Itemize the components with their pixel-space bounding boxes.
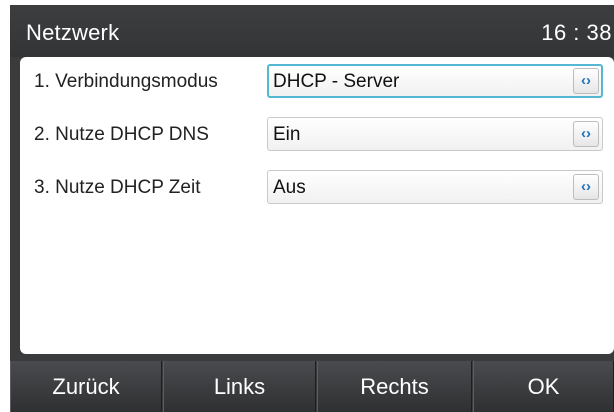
softkey-bar: Zurück Links Rechts OK [10,361,614,412]
clock: 16 : 38 [541,20,612,45]
ok-softkey[interactable]: OK [473,361,614,412]
setting-label: 2. Nutze DHCP DNS [34,124,209,145]
back-softkey[interactable]: Zurück [10,361,162,412]
left-right-arrows-icon[interactable]: ‹› [573,68,599,94]
connection-mode-select[interactable]: DHCP - Server ‹› [267,64,603,98]
setting-row-dhcp-dns[interactable]: 2. Nutze DHCP DNS Ein ‹› [20,112,614,156]
setting-label: 3. Nutze DHCP Zeit [34,177,201,198]
phone-screen: Netzwerk 16 : 38 1. Verbindungsmodus DHC… [10,5,614,412]
setting-label: 1. Verbindungsmodus [34,71,218,92]
left-right-arrows-icon[interactable]: ‹› [573,174,599,200]
select-value: DHCP - Server [273,71,400,92]
select-value: Ein [273,124,301,145]
left-right-arrows-icon[interactable]: ‹› [573,121,599,147]
setting-row-connection-mode[interactable]: 1. Verbindungsmodus DHCP - Server ‹› [20,59,614,103]
right-softkey[interactable]: Rechts [317,361,472,412]
setting-row-dhcp-time[interactable]: 3. Nutze DHCP Zeit Aus ‹› [20,165,614,209]
dhcp-dns-select[interactable]: Ein ‹› [267,117,603,151]
settings-panel: 1. Verbindungsmodus DHCP - Server ‹› 2. … [20,57,614,354]
title-bar: Netzwerk 16 : 38 [10,5,614,57]
select-value: Aus [273,177,306,198]
dhcp-time-select[interactable]: Aus ‹› [267,170,603,204]
left-softkey[interactable]: Links [163,361,316,412]
page-title: Netzwerk [26,20,120,45]
